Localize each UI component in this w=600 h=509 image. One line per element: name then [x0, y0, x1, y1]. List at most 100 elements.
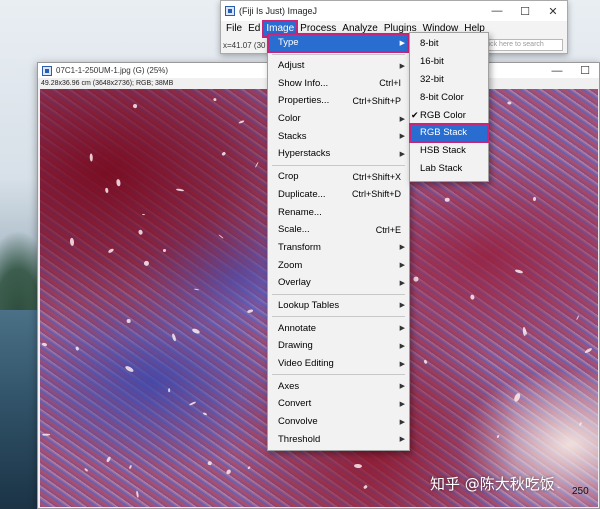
minimize-button[interactable]: —	[543, 63, 571, 78]
tissue-speck	[106, 455, 112, 463]
tissue-speck	[143, 260, 150, 267]
submenu-arrow-icon: ▶	[399, 436, 405, 444]
submenu-item-8-bit-color[interactable]: 8-bit Color	[410, 88, 488, 106]
tissue-speck	[171, 333, 177, 342]
tissue-speck	[74, 346, 80, 352]
submenu-item-label: RGB Color	[420, 109, 466, 121]
tissue-speck	[247, 309, 254, 314]
tissue-speck	[412, 276, 419, 282]
submenu-arrow-icon: ▶	[399, 325, 405, 333]
menu-file[interactable]: File	[223, 21, 245, 37]
menu-item-label: Overlay	[278, 277, 311, 289]
maximize-button[interactable]: ☐	[571, 63, 599, 78]
tissue-speck	[513, 392, 522, 403]
menu-item-label: Zoom	[278, 259, 303, 271]
tissue-speck	[188, 401, 196, 407]
menu-item-label: Stacks	[278, 130, 307, 142]
menu-item-annotate[interactable]: Annotate ▶	[268, 319, 409, 337]
tissue-speck	[577, 421, 582, 427]
tissue-speck	[584, 347, 594, 355]
submenu-arrow-icon: ▶	[399, 150, 405, 158]
menu-separator	[272, 164, 405, 166]
imagej-title: (Fiji Is Just) ImageJ	[239, 6, 318, 16]
submenu-item-16-bit[interactable]: 16-bit	[410, 53, 488, 71]
tissue-speck	[83, 467, 89, 473]
submenu-item-8-bit[interactable]: 8-bit	[410, 35, 488, 53]
menu-item-axes[interactable]: Axes ▶	[268, 377, 409, 395]
tissue-speck	[353, 463, 362, 468]
menu-item-convert[interactable]: Convert ▶	[268, 395, 409, 413]
menu-item-color[interactable]: Color ▶	[268, 110, 409, 128]
menu-item-duplicate[interactable]: Duplicate... Ctrl+Shift+D	[268, 186, 409, 204]
menu-item-label: Threshold	[278, 433, 321, 445]
tissue-speck	[514, 268, 524, 274]
tissue-speck	[218, 233, 224, 239]
submenu-arrow-icon: ▶	[399, 115, 405, 123]
minimize-button[interactable]: —	[483, 1, 511, 21]
menu-item-scale[interactable]: Scale... Ctrl+E	[268, 221, 409, 239]
tissue-speck	[193, 288, 200, 291]
menu-item-show-info[interactable]: Show Info... Ctrl+I	[268, 74, 409, 92]
menu-item-label: Convert	[278, 398, 312, 410]
tissue-speck	[237, 119, 245, 124]
scale-bar-label: 250	[572, 486, 589, 497]
submenu-arrow-icon: ▶	[399, 360, 405, 368]
submenu-item-rgb-color[interactable]: ✔ RGB Color	[410, 106, 488, 124]
image-window-icon	[42, 65, 52, 76]
menu-item-lookup-tables[interactable]: Lookup Tables ▶	[268, 297, 409, 315]
submenu-arrow-icon: ▶	[399, 418, 405, 426]
menu-item-rename[interactable]: Rename...	[268, 203, 409, 221]
tissue-speck	[507, 101, 512, 105]
tissue-speck	[213, 97, 217, 102]
menu-item-zoom[interactable]: Zoom ▶	[268, 256, 409, 274]
menu-separator	[272, 374, 405, 376]
menu-item-video-editing[interactable]: Video Editing ▶	[268, 355, 409, 373]
submenu-arrow-icon: ▶	[399, 342, 405, 350]
menu-ed[interactable]: Ed	[245, 21, 263, 37]
tissue-speck	[221, 151, 226, 156]
menu-item-properties[interactable]: Properties... Ctrl+Shift+P	[268, 92, 409, 110]
search-input[interactable]: lick here to search	[483, 39, 563, 51]
imagej-titlebar[interactable]: (Fiji Is Just) ImageJ — ☐ ✕	[221, 1, 567, 21]
menu-item-type[interactable]: Type ▶	[267, 33, 410, 53]
tissue-speck	[247, 466, 251, 470]
menu-item-shortcut: Ctrl+I	[379, 78, 401, 89]
menu-item-overlay[interactable]: Overlay ▶	[268, 274, 409, 292]
imagej-window-controls: — ☐ ✕	[483, 1, 567, 21]
image-window-title: 07C1-1-250UM-1.jpg (G) (25%)	[56, 66, 169, 75]
menu-item-label: Scale...	[278, 224, 310, 236]
submenu-arrow-icon: ▶	[399, 133, 405, 141]
type-submenu: 8-bit 16-bit 32-bit 8-bit Color ✔ RGB Color RG…	[409, 32, 489, 182]
menu-item-adjust[interactable]: Adjust ▶	[268, 57, 409, 75]
menu-item-hyperstacks[interactable]: Hyperstacks ▶	[268, 145, 409, 163]
submenu-arrow-icon: ▶	[399, 62, 405, 70]
submenu-item-label: Lab Stack	[420, 162, 463, 174]
menu-separator	[272, 293, 405, 295]
menu-item-stacks[interactable]: Stacks ▶	[268, 127, 409, 145]
tissue-speck	[556, 486, 560, 489]
menu-item-shortcut: Ctrl+Shift+P	[352, 95, 401, 106]
menu-item-label: Annotate	[278, 322, 317, 334]
menu-item-convolve[interactable]: Convolve ▶	[268, 413, 409, 431]
tissue-speck	[191, 327, 200, 335]
tissue-speck	[168, 388, 171, 393]
submenu-item-label: RGB Stack	[420, 127, 467, 139]
menu-item-label: Crop	[278, 171, 299, 183]
maximize-button[interactable]: ☐	[511, 1, 539, 21]
watermark: 知乎 @陈大秋吃饭	[430, 475, 555, 493]
submenu-item-label: 32-bit	[420, 73, 444, 85]
menu-item-threshold[interactable]: Threshold ▶	[268, 430, 409, 448]
menu-item-transform[interactable]: Transform ▶	[268, 239, 409, 257]
status-text: x=41.07 (30	[223, 40, 266, 50]
submenu-item-32-bit[interactable]: 32-bit	[410, 71, 488, 89]
menu-item-crop[interactable]: Crop Ctrl+Shift+X	[268, 168, 409, 186]
submenu-item-rgb-stack[interactable]: RGB Stack	[409, 122, 489, 143]
submenu-item-lab-stack[interactable]: Lab Stack	[410, 160, 488, 178]
menu-item-drawing[interactable]: Drawing ▶	[268, 337, 409, 355]
tissue-speck	[41, 342, 48, 347]
submenu-item-hsb-stack[interactable]: HSB Stack	[410, 142, 488, 160]
tissue-speck	[362, 484, 368, 489]
close-button[interactable]: ✕	[539, 1, 567, 21]
tissue-speck	[116, 178, 121, 187]
tissue-speck	[162, 248, 166, 252]
